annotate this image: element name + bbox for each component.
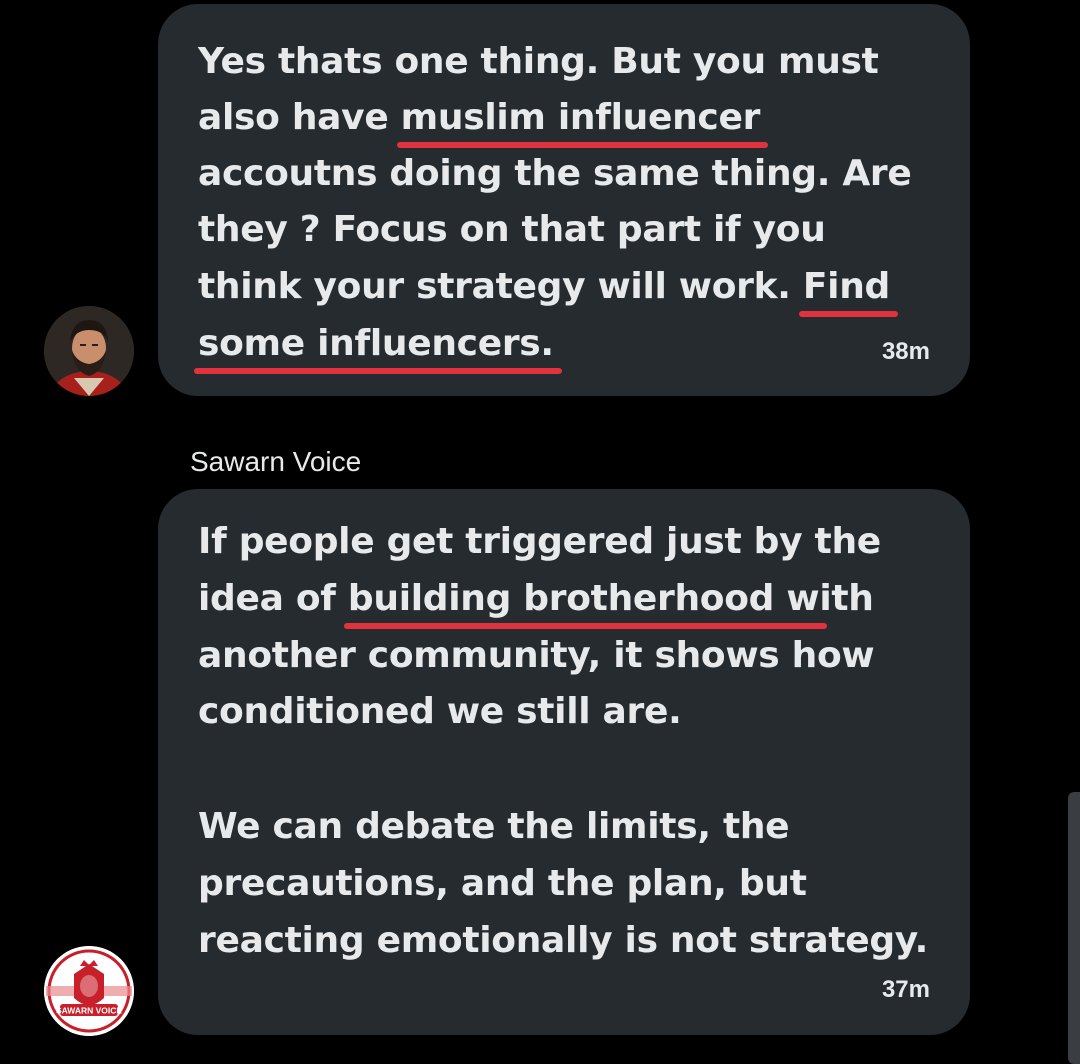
highlighted-text: muslim influencer: [396, 97, 769, 148]
message-timestamp: 37m: [881, 976, 930, 1003]
message-bubble[interactable]: If people get triggered just by the idea…: [158, 489, 970, 1035]
message-timestamp: 38m: [881, 338, 930, 365]
message-line: another community, it shows how: [198, 635, 875, 676]
highlighted-text: some influencers.: [194, 323, 562, 374]
sender-name: Sawarn Voice: [190, 446, 362, 477]
message-line: think your strategy will work. Find: [198, 266, 899, 317]
message-line: idea of building brotherhood with: [198, 578, 874, 629]
message-line: reacting emotionally is not strategy.: [198, 920, 929, 961]
message-line: We can debate the limits, the: [198, 806, 790, 847]
message-line: Yes thats one thing. But you must: [198, 41, 879, 82]
message-line: they ? Focus on that part if you: [198, 209, 826, 250]
message-line: accoutns doing the same thing. Are: [198, 153, 912, 194]
message-line: some influencers.: [194, 322, 562, 374]
message-line: precautions, and the plan, but: [198, 863, 807, 904]
message-bubble[interactable]: Yes thats one thing. But you must also h…: [158, 4, 970, 396]
sawarn-voice-logo-avatar-icon[interactable]: SAWARN VOICE: [44, 946, 134, 1036]
logo-text: SAWARN VOICE: [56, 1006, 122, 1016]
bearded-man-avatar-icon[interactable]: [44, 306, 134, 396]
message-line: If people get triggered just by the: [198, 521, 881, 562]
highlighted-text: Find: [798, 266, 899, 317]
highlighted-text: building brotherhood w: [343, 578, 828, 629]
scrollbar[interactable]: [1068, 792, 1080, 1064]
message-line: also have muslim influencer: [198, 97, 769, 148]
message-line: conditioned we still are.: [198, 691, 682, 732]
